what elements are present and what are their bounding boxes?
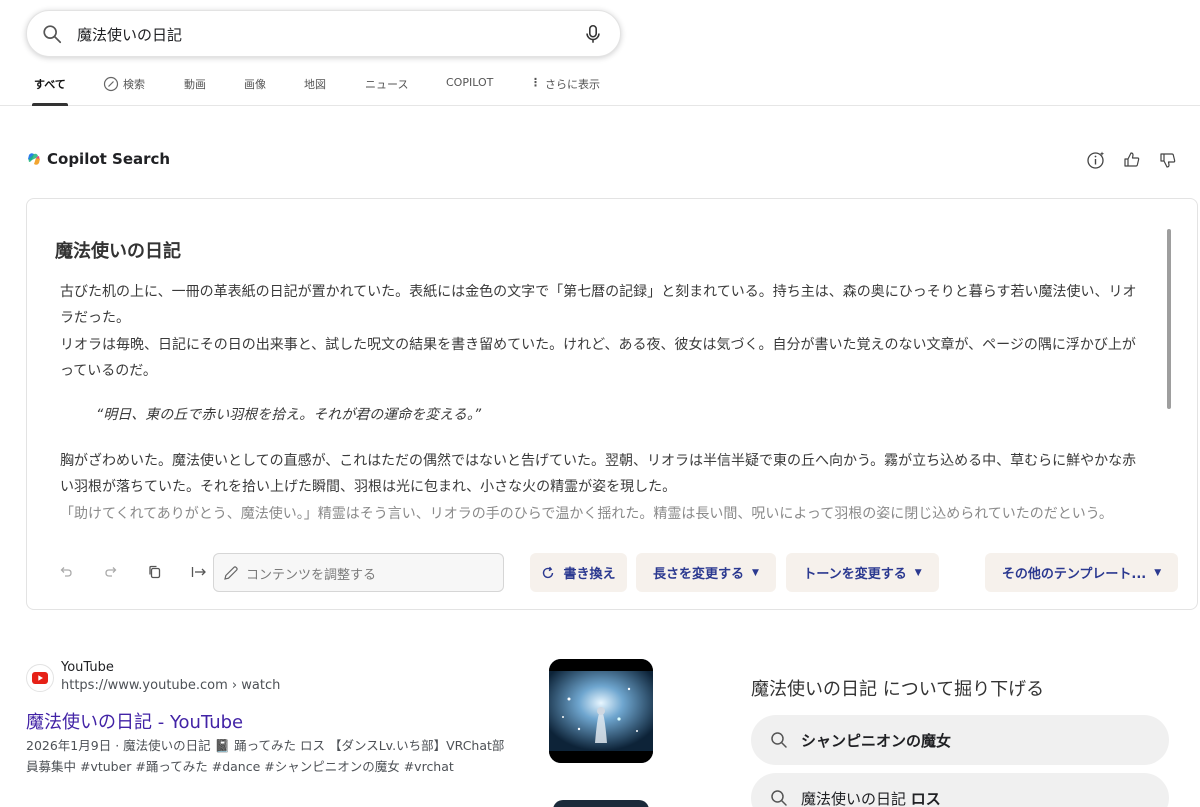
tab-maps[interactable]: 地図: [304, 76, 326, 106]
search-input[interactable]: 魔法使いの日記: [77, 24, 182, 45]
scrollbar-thumb[interactable]: [1167, 229, 1171, 409]
youtube-logo-icon: [32, 672, 48, 684]
tab-more[interactable]: ⋮ さらに表示: [530, 76, 600, 106]
change-tone-dropdown[interactable]: トーンを変更する ▼: [786, 553, 939, 592]
answer-paragraph: 古びた机の上に、一冊の革表紙の日記が置かれていた。表紙には金色の文字で「第七暦の…: [60, 284, 1137, 326]
insert-arrow-icon[interactable]: [190, 563, 208, 581]
tab-all[interactable]: すべて: [32, 76, 68, 106]
caret-down-icon: ▼: [752, 567, 759, 578]
youtube-favicon: [26, 664, 54, 692]
copilot-search-icon: [103, 76, 119, 92]
copy-icon[interactable]: [146, 563, 164, 581]
thumbs-down-icon[interactable]: [1158, 150, 1178, 170]
other-templates-dropdown[interactable]: その他のテンプレート... ▼: [985, 553, 1178, 592]
copilot-logo-icon: [28, 153, 40, 165]
info-sparkle-icon[interactable]: [1086, 150, 1106, 170]
dig-deeper-title: 魔法使いの日記 について掘り下げる: [751, 679, 1045, 700]
video-thumbnail-image: [549, 659, 653, 763]
tab-videos[interactable]: 動画: [184, 76, 206, 106]
tab-images[interactable]: 画像: [244, 76, 266, 106]
microphone-icon[interactable]: [582, 23, 604, 45]
result-thumbnail[interactable]: [549, 659, 653, 763]
tab-search[interactable]: 検索: [103, 76, 145, 106]
caret-down-icon: ▼: [914, 567, 922, 578]
undo-icon[interactable]: [57, 563, 75, 581]
result-thumbnail-partial[interactable]: [553, 800, 649, 807]
search-box[interactable]: 魔法使いの日記: [26, 10, 621, 57]
rewrite-button[interactable]: 書き換え: [530, 553, 627, 592]
search-icon: [771, 732, 787, 748]
copilot-answer-card: 魔法使いの日記 古びた机の上に、一冊の革表紙の日記が置かれていた。表紙には金色の…: [26, 198, 1198, 610]
tab-copilot[interactable]: COPILOT: [446, 76, 493, 106]
answer-paragraph: リオラは毎晩、日記にその日の出来事と、試した呪文の結果を書き留めていた。けれど、…: [60, 337, 1136, 379]
answer-paragraph-faded: 「助けてくれてありがとう、魔法使い。」精霊はそう言い、リオラの手のひらで温かく揺…: [60, 506, 1113, 522]
related-search-suggestion[interactable]: シャンピニオンの魔女: [751, 715, 1169, 765]
caret-down-icon: ▼: [1154, 567, 1162, 578]
pencil-icon: [224, 566, 238, 580]
search-icon: [43, 25, 62, 44]
answer-paragraph: 胸がざわめいた。魔法使いとしての直感が、これはただの偶然ではないと告げていた。翌…: [60, 453, 1137, 495]
result-title-link[interactable]: 魔法使いの日記 - YouTube: [26, 708, 243, 734]
thumbs-up-icon[interactable]: [1122, 150, 1142, 170]
redo-icon[interactable]: [102, 563, 120, 581]
answer-body: 古びた机の上に、一冊の革表紙の日記が置かれていた。表紙には金色の文字で「第七暦の…: [60, 279, 1145, 528]
answer-title: 魔法使いの日記: [55, 241, 181, 262]
result-snippet: 2026年1月9日 · 魔法使いの日記 📓 踊ってみた ロス 【ダンスLv.いち…: [26, 738, 505, 774]
tab-news[interactable]: ニュース: [365, 76, 408, 106]
copilot-feedback-actions: [1086, 150, 1178, 170]
more-vertical-icon: ⋮: [530, 76, 541, 89]
refresh-icon: [543, 566, 554, 578]
related-search-suggestion[interactable]: 魔法使いの日記 ロス: [751, 773, 1169, 807]
answer-quote: “明日、東の丘で赤い羽根を拾え。それが君の運命を変える。”: [96, 407, 482, 423]
change-length-dropdown[interactable]: 長さを変更する ▼: [636, 553, 776, 592]
result-site-name: YouTube: [61, 660, 114, 675]
result-url[interactable]: https://www.youtube.com › watch: [61, 678, 280, 693]
copilot-search-header: Copilot Search: [26, 150, 170, 168]
adjust-content-input[interactable]: コンテンツを調整する: [213, 553, 504, 592]
search-icon: [771, 790, 787, 806]
search-tabs: すべて 検索 動画 画像 地図 ニュース COPILOT ⋮ さらに表示: [0, 70, 1200, 106]
